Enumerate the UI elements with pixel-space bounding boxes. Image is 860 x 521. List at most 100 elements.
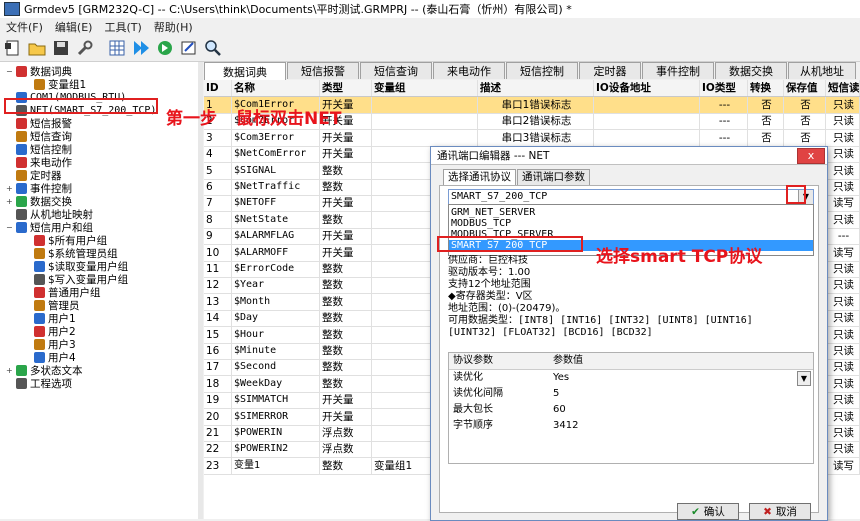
table-cell: 否 bbox=[748, 113, 784, 130]
expander-icon[interactable]: + bbox=[6, 366, 14, 375]
forward-icon[interactable] bbox=[154, 38, 176, 58]
expander-icon[interactable]: − bbox=[6, 67, 14, 76]
cancel-button[interactable]: ✖ 取消 bbox=[749, 503, 811, 520]
table-cell: $Day bbox=[232, 310, 320, 327]
tree-item-label: 工程选项 bbox=[30, 378, 72, 390]
app-icon bbox=[4, 2, 20, 16]
param-row[interactable]: 字节顺序 3412 bbox=[449, 418, 813, 434]
expander-icon[interactable]: − bbox=[6, 223, 14, 232]
table-cell: 串口1错误标志 bbox=[478, 97, 594, 113]
tab-1[interactable]: 短信报警 bbox=[287, 62, 359, 79]
table-row[interactable]: 3 $Com3Error 开关量 串口3错误标志 --- 否否只读 bbox=[204, 129, 860, 147]
table-cell: 只读 bbox=[826, 146, 860, 163]
table-cell: $SIGNAL bbox=[232, 162, 320, 179]
menu-file[interactable]: 文件(F) bbox=[0, 19, 49, 35]
grid-icon[interactable] bbox=[106, 38, 128, 58]
menu-tools[interactable]: 工具(T) bbox=[98, 19, 147, 35]
info-line: 驱动版本号：1.00 bbox=[448, 267, 531, 278]
open-icon[interactable] bbox=[26, 38, 48, 58]
table-cell: 否 bbox=[784, 113, 826, 130]
tab-6[interactable]: 事件控制 bbox=[642, 62, 714, 79]
menu-help[interactable]: 帮助(H) bbox=[148, 19, 199, 35]
menu-bar: 文件(F) 编辑(E) 工具(T) 帮助(H) bbox=[0, 18, 860, 35]
tab-3[interactable]: 来电动作 bbox=[433, 62, 505, 79]
node-icon bbox=[16, 183, 27, 194]
tab-0[interactable]: 数据词典 bbox=[204, 62, 286, 80]
node-icon bbox=[34, 79, 45, 90]
table-cell: $Month bbox=[232, 293, 320, 310]
table-cell: ID bbox=[204, 80, 232, 96]
table-cell: 22 bbox=[204, 441, 232, 458]
tab-8[interactable]: 从机地址 bbox=[788, 62, 856, 79]
menu-edit[interactable]: 编辑(E) bbox=[49, 19, 99, 35]
table-cell: $ALARMOFF bbox=[232, 244, 320, 261]
tree-item[interactable]: 工程选项 bbox=[6, 377, 72, 390]
new-icon[interactable] bbox=[2, 38, 24, 58]
table-cell: 整数 bbox=[320, 162, 372, 179]
table-cell: 只读 bbox=[826, 425, 860, 441]
table-cell: $NetState bbox=[232, 211, 320, 228]
tab-4[interactable]: 短信控制 bbox=[506, 62, 578, 79]
table-cell: 11 bbox=[204, 261, 232, 277]
node-icon bbox=[16, 378, 27, 389]
table-cell: 串口2错误标志 bbox=[478, 113, 594, 130]
table-cell: 只读 bbox=[826, 129, 860, 146]
edit-icon[interactable] bbox=[178, 38, 200, 58]
table-cell: 14 bbox=[204, 310, 232, 327]
table-cell: 读写 bbox=[826, 195, 860, 212]
table-cell: 开关量 bbox=[320, 392, 372, 409]
table-cell: 6 bbox=[204, 179, 232, 195]
param-value: 5 bbox=[553, 388, 560, 399]
table-cell: 开关量 bbox=[320, 146, 372, 163]
option-modbus-tcp[interactable]: MODBUS_TCP bbox=[449, 218, 813, 229]
table-cell: IO设备地址 bbox=[594, 80, 700, 96]
table-cell: --- bbox=[826, 228, 860, 245]
protocol-info: 供应商：巨控科技 驱动版本号：1.00 支持12个地址范围 ◆寄存器类型：V区 … bbox=[448, 255, 812, 341]
node-icon bbox=[16, 196, 27, 207]
table-cell: $SIMERROR bbox=[232, 408, 320, 425]
chevron-down-icon[interactable]: ▼ bbox=[797, 371, 811, 386]
param-name: 读优化 bbox=[453, 372, 483, 383]
protocol-select[interactable]: SMART_S7_200_TCP ▼ bbox=[448, 189, 814, 205]
table-cell: 串口3错误标志 bbox=[478, 129, 594, 146]
option-grm-net-server[interactable]: GRM_NET_SERVER bbox=[449, 207, 813, 218]
project-tree: − 数据词典 变量组1 COM1(MODBUS_RTU) NET(SMART_S7_20… bbox=[0, 62, 199, 519]
table-cell: 只读 bbox=[826, 277, 860, 294]
play-icon[interactable] bbox=[130, 38, 152, 58]
tab-5[interactable]: 定时器 bbox=[579, 62, 641, 79]
table-cell: 整数 bbox=[320, 261, 372, 277]
tab-7[interactable]: 数据交换 bbox=[715, 62, 787, 79]
expander-icon[interactable]: + bbox=[6, 197, 14, 206]
save-icon[interactable] bbox=[50, 38, 72, 58]
node-icon bbox=[34, 248, 45, 259]
search-icon[interactable] bbox=[202, 38, 224, 58]
ok-button[interactable]: ✔ 确认 bbox=[677, 503, 739, 520]
expander-icon[interactable]: + bbox=[6, 184, 14, 193]
table-cell: 只读 bbox=[826, 343, 860, 359]
table-cell: 只读 bbox=[826, 441, 860, 458]
tree-item[interactable]: 变量组1 bbox=[24, 78, 86, 91]
param-row[interactable]: 最大包长 60 bbox=[449, 402, 813, 418]
splitter[interactable] bbox=[198, 62, 203, 519]
param-row[interactable]: 读优化间隔 5 bbox=[449, 386, 813, 402]
table-cell: $POWERIN bbox=[232, 425, 320, 441]
table-cell: 整数 bbox=[320, 179, 372, 195]
toolbar bbox=[0, 35, 860, 62]
table-cell: 15 bbox=[204, 326, 232, 343]
wrench-icon[interactable] bbox=[74, 38, 96, 58]
table-cell: 整数 bbox=[320, 375, 372, 392]
tab-2[interactable]: 短信查询 bbox=[360, 62, 432, 79]
table-cell: 整数 bbox=[320, 310, 372, 327]
table-header: ID 名称 类型 变量组 描述 IO设备地址 IO类型 转换 保存值 短信读 bbox=[204, 80, 860, 97]
table-cell: 16 bbox=[204, 343, 232, 359]
table-cell: IO类型 bbox=[700, 80, 748, 96]
table-cell: 只读 bbox=[826, 359, 860, 376]
table-cell: 整数 bbox=[320, 326, 372, 343]
table-cell: 名称 bbox=[232, 80, 320, 96]
tab-select-protocol[interactable]: 选择通讯协议 bbox=[443, 169, 516, 186]
tab-port-params[interactable]: 通讯端口参数 bbox=[517, 169, 590, 185]
param-row[interactable]: 读优化 Yes ▼ bbox=[449, 370, 813, 386]
table-cell: 浮点数 bbox=[320, 441, 372, 458]
close-icon[interactable]: x bbox=[797, 148, 825, 164]
window-title: Grmdev5 [GRM232Q-C] -- C:\Users\think\Do… bbox=[24, 3, 572, 16]
